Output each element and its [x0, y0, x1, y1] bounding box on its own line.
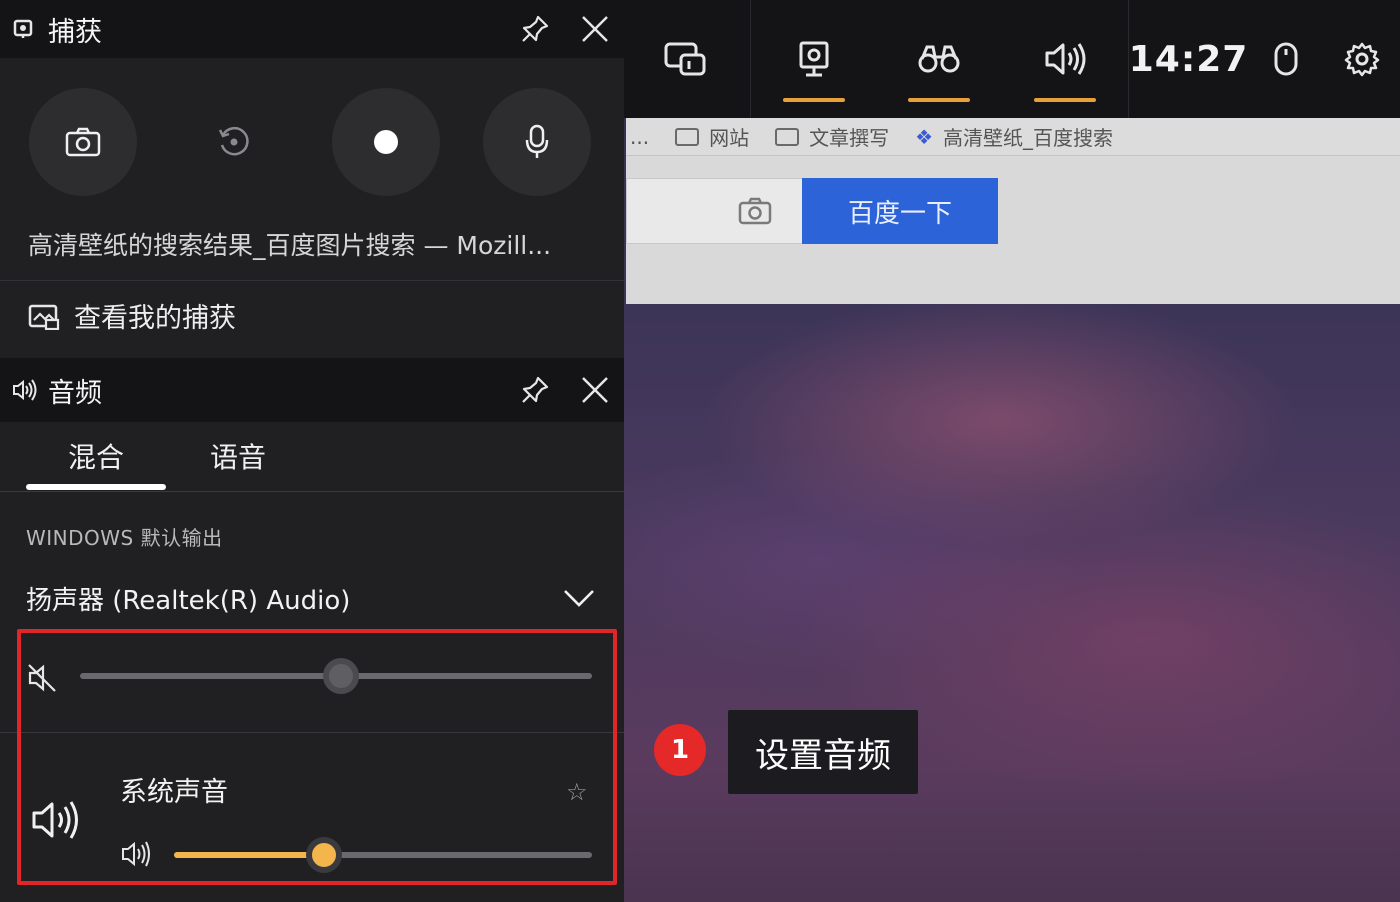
chevron-down-icon: [562, 588, 596, 608]
callout-label: 设置音频: [728, 710, 918, 794]
view-captures-label: 查看我的捕获: [74, 303, 236, 334]
capture-header: 捕获: [0, 0, 624, 58]
callout-number-badge: 1: [654, 724, 706, 776]
gear-icon: [1344, 41, 1380, 77]
microphone-icon: [524, 124, 550, 160]
capture-target-window: 高清壁纸的搜索结果_百度图片搜索 — Mozill...: [28, 231, 552, 260]
widget-menu-button[interactable]: [620, 0, 750, 118]
active-indicator: [908, 98, 971, 102]
clock-time: 14:27: [1128, 38, 1249, 80]
audio-widget: 音频 混合 语音 WINDOWS 默认输出 扬声器 (Realtek(R) Au…: [0, 358, 624, 902]
device-name: 扬声器 (Realtek(R) Audio): [26, 585, 351, 616]
bookmark-item[interactable]: 文章撰写: [775, 122, 889, 151]
tab-selected-indicator: [26, 484, 166, 490]
search-button[interactable]: 百度一下: [802, 178, 998, 244]
camera-icon: [65, 127, 101, 157]
folder-icon: [775, 127, 800, 146]
binoculars-icon: [917, 43, 961, 75]
record-last-button[interactable]: [180, 88, 288, 196]
record-dot-icon: [373, 129, 399, 155]
search-row: 百度一下: [626, 176, 1400, 246]
bookmarks-bar: ... 网站 文章撰写 ❖ 高清壁纸_百度搜索: [626, 118, 1400, 156]
pin-icon[interactable]: [520, 14, 550, 44]
bookmark-label: 网站: [709, 126, 750, 150]
tab-voice[interactable]: 语音: [210, 436, 266, 476]
default-output-label: WINDOWS 默认输出: [26, 526, 223, 550]
output-device-select[interactable]: 扬声器 (Realtek(R) Audio): [26, 576, 596, 620]
capture-buttons: [0, 88, 624, 198]
lfg-widget-button[interactable]: [876, 0, 1002, 118]
speaker-icon: [1043, 41, 1087, 77]
mouse-icon: [1273, 41, 1299, 77]
capture-widget-button[interactable]: [751, 0, 877, 118]
close-icon[interactable]: [580, 375, 610, 405]
widget-menu-icon: [663, 41, 707, 77]
folder-icon: [675, 127, 700, 146]
screenshot-button[interactable]: [29, 88, 137, 196]
audio-tabs: 混合 语音: [0, 422, 624, 492]
audio-widget-button[interactable]: [1002, 0, 1128, 118]
start-recording-button[interactable]: [332, 88, 440, 196]
microphone-button[interactable]: [483, 88, 591, 196]
search-input[interactable]: [626, 178, 802, 244]
capture-title: 捕获: [48, 16, 102, 48]
audio-header: 音频: [0, 358, 624, 422]
pin-icon[interactable]: [520, 375, 550, 405]
divider: [0, 280, 624, 281]
active-indicator: [782, 98, 845, 102]
tab-mix[interactable]: 混合: [68, 436, 124, 476]
active-indicator: [1033, 98, 1096, 102]
bookmark-label: ...: [630, 124, 650, 149]
baidu-paw-icon: ❖: [915, 124, 934, 149]
bookmark-label: 高清壁纸_百度搜索: [943, 126, 1114, 150]
clock: 14:27: [1129, 0, 1249, 118]
bookmark-item[interactable]: ❖ 高清壁纸_百度搜索: [915, 122, 1113, 151]
capture-icon: [798, 40, 830, 78]
camera-search-icon[interactable]: [738, 197, 772, 225]
annotation-highlight-box: [17, 629, 617, 885]
bookmark-item[interactable]: 网站: [675, 122, 749, 151]
view-captures-link[interactable]: 查看我的捕获: [28, 296, 236, 335]
capture-widget-icon: [12, 18, 34, 40]
bookmark-overflow[interactable]: ...: [630, 125, 649, 149]
audio-title: 音频: [48, 377, 102, 409]
bookmark-label: 文章撰写: [809, 126, 890, 150]
mouse-settings-button[interactable]: [1248, 0, 1324, 118]
audio-widget-icon: [12, 379, 38, 401]
record-last-icon: [217, 125, 251, 159]
game-bar: 14:27: [620, 0, 1400, 118]
settings-button[interactable]: [1324, 0, 1400, 118]
close-icon[interactable]: [580, 14, 610, 44]
capture-widget: 捕获 高清壁纸的搜索结果_百度图片搜索 — Mozill... 查看我的捕获: [0, 0, 624, 358]
gallery-icon: [28, 302, 60, 330]
